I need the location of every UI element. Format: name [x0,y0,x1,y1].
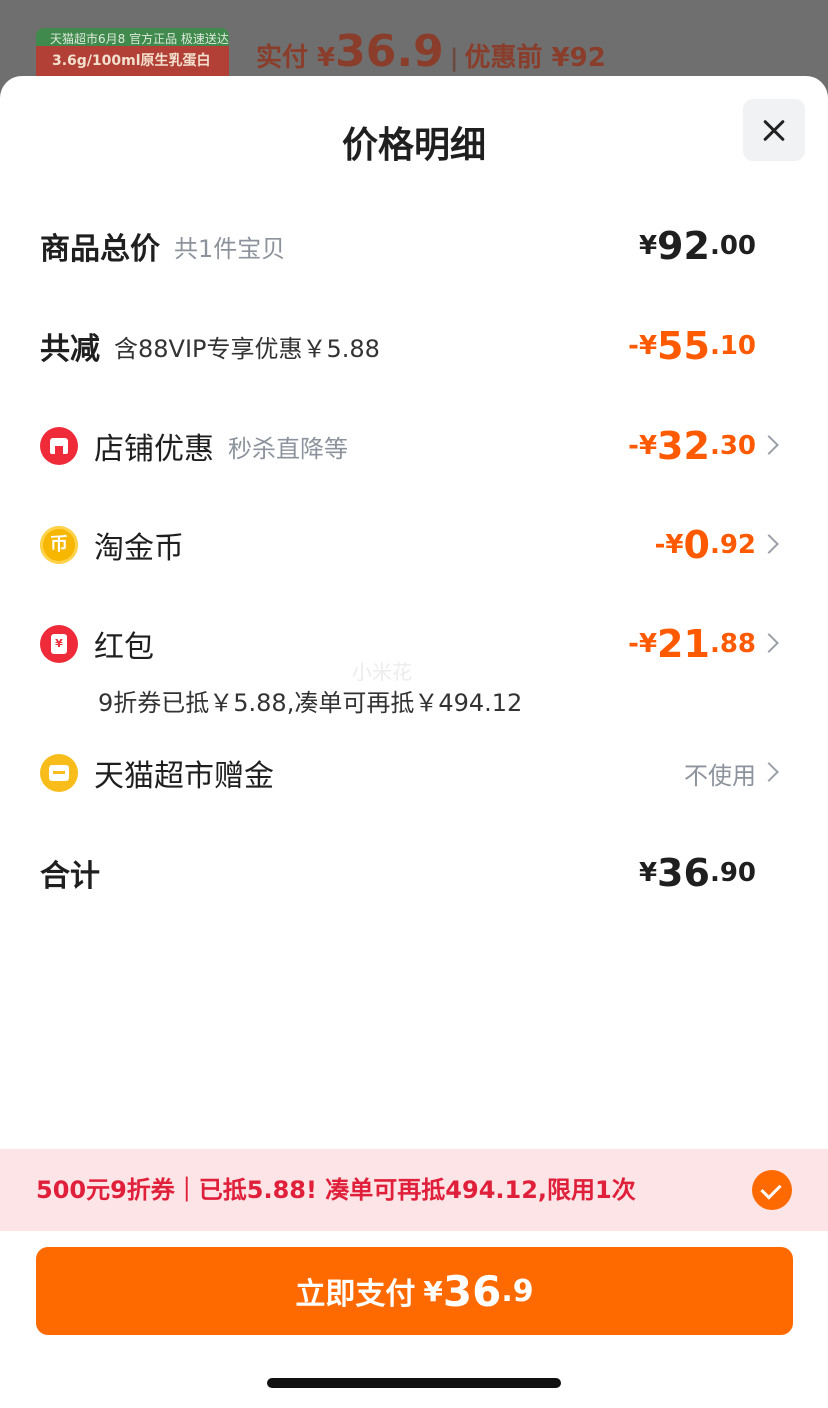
sum-amount: ¥36.90 [639,843,756,903]
red-packet-label: 红包 [94,630,154,665]
row-total-price: 商品总价 共1件宝贝 ¥92.00 [0,216,828,276]
row-tmall-gift-money[interactable]: 天猫超市赠金 不使用 [0,743,828,803]
amount-decimal: .9 [501,1273,534,1309]
row-store-discount[interactable]: 店铺优惠 秒杀直降等 -¥ 32.30 [0,416,828,476]
amount-integer: 55 [657,324,710,368]
row-sum: 合计 ¥36.90 [0,843,828,903]
actual-pay-value: 36.9 [335,26,444,77]
currency-symbol: -¥ [628,431,658,461]
row-total-discount: 共减 含88VIP专享优惠￥5.88 -¥ 55.10 [0,316,828,376]
currency-symbol: -¥ [628,331,658,361]
pay-now-label: 立即支付 [295,1277,416,1312]
amount-integer: 21 [657,622,710,666]
chevron-right-icon [759,762,779,782]
amount-decimal: .92 [709,530,756,560]
amount-decimal: .30 [709,431,756,461]
amount-decimal: .90 [709,858,756,888]
currency-symbol: ¥ [638,858,658,888]
chevron-right-icon [759,534,779,554]
price-detail-sheet: 价格明细 商品总价 共1件宝贝 ¥92.00 共减 含88VIP专享优惠￥5.8… [0,76,828,1408]
amount-integer: 0 [683,523,710,567]
red-packet-icon-glyph: ¥ [55,637,63,650]
red-packet-note: 9折券已抵￥5.88,凑单可再抵￥494.12 [98,689,523,717]
currency-symbol: ¥ [638,231,658,261]
thumbnail-tagline: 天猫超市6月8 官方正品 极速送达 [50,32,229,46]
gift-money-label: 天猫超市赠金 [94,759,274,794]
coin-icon-glyph: 币 [50,534,68,555]
home-indicator[interactable] [267,1378,561,1388]
amount-integer: 92 [657,224,710,268]
amount-decimal: .10 [709,331,756,361]
chevron-right-icon [759,633,779,653]
total-price-label: 商品总价 [40,232,160,267]
background-price: 实付 ¥36.9 | 优惠前 ¥92 [256,26,606,77]
store-icon [40,427,78,465]
row-red-packet[interactable]: ¥ 红包 -¥ 21.88 [0,614,828,674]
coin-icon: 币 [40,526,78,564]
item-count: 共1件宝贝 [174,234,286,263]
gift-money-status: 不使用 [684,761,756,790]
store-discount-label: 店铺优惠 [94,432,214,467]
close-button[interactable] [743,99,805,161]
amount-integer: 32 [657,424,710,468]
taojinbi-label: 淘金币 [94,531,184,566]
gift-card-icon [40,754,78,792]
row-taojinbi[interactable]: 币 淘金币 -¥ 0.92 [0,515,828,575]
red-packet-amount: -¥ 21.88 [628,614,756,674]
vip-discount-note: 含88VIP专享优惠￥5.88 [114,334,380,363]
taojinbi-amount: -¥ 0.92 [655,515,756,575]
red-packet-icon: ¥ [40,625,78,663]
chevron-right-icon [759,435,779,455]
total-price-amount: ¥92.00 [639,216,756,276]
store-discount-note: 秒杀直降等 [228,434,348,463]
check-icon[interactable] [752,1170,792,1210]
amount-decimal: .00 [709,231,756,261]
pay-now-button[interactable]: 立即支付 ¥36.9 [36,1247,793,1335]
store-discount-amount: -¥ 32.30 [628,416,756,476]
total-discount-amount: -¥ 55.10 [628,316,756,376]
coupon-text: 500元9折券｜已抵5.88! 凑单可再抵494.12,限用1次 [36,1176,636,1204]
before-discount-label: 优惠前 ¥92 [464,43,606,73]
amount-decimal: .88 [709,629,756,659]
total-discount-label: 共减 [40,332,100,367]
watermark: 小米花 [352,660,412,684]
currency-symbol: -¥ [654,530,684,560]
amount-integer: 36 [442,1266,502,1316]
currency-symbol: -¥ [628,629,658,659]
coupon-banner[interactable]: 500元9折券｜已抵5.88! 凑单可再抵494.12,限用1次 [0,1149,828,1231]
sheet-title: 价格明细 [341,125,486,166]
sum-label: 合计 [40,859,100,894]
currency-symbol: ¥ [423,1274,443,1308]
actual-pay-label: 实付 ¥ [256,43,336,73]
amount-integer: 36 [657,851,710,895]
thumbnail-title: 3.6g/100ml原生乳蛋白 [52,53,211,69]
